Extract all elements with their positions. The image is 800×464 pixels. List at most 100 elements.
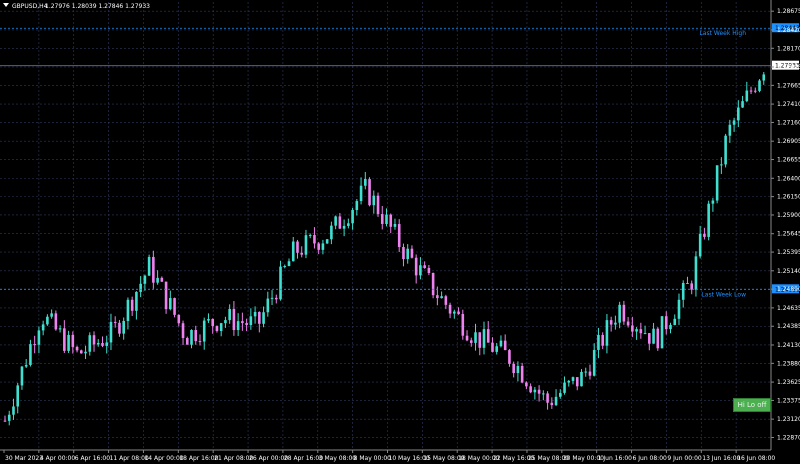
time-tick-label: 11 Apr 08:00 <box>110 455 149 462</box>
candle-body <box>274 297 278 300</box>
candle-body <box>41 324 45 331</box>
candle-body <box>258 311 261 324</box>
candle-body <box>33 344 36 346</box>
candle-body <box>737 107 740 121</box>
candle-body <box>554 396 558 406</box>
candle-body <box>427 268 431 273</box>
candle-body <box>3 420 7 422</box>
candle-body <box>474 332 477 343</box>
candle-body <box>465 335 469 341</box>
candle-body <box>652 328 655 344</box>
candle-body <box>592 349 596 376</box>
candle-body <box>656 328 660 349</box>
levels: Last Week High1.28443Last Week Low1.2488… <box>0 23 800 298</box>
price-tick-label: 1.27410 <box>777 101 800 108</box>
price-tick-label: 1.27160 <box>777 119 800 126</box>
candle-body <box>308 235 312 237</box>
candle-body <box>720 164 723 166</box>
candle-body <box>113 321 117 323</box>
candle-body <box>715 165 719 201</box>
candle-body <box>690 283 693 290</box>
candle-body <box>469 340 473 343</box>
candle-body <box>58 328 62 330</box>
candle-body <box>440 296 443 299</box>
last-week-low-label: Last Week Low <box>701 291 746 298</box>
candle-body <box>698 233 702 257</box>
candle-body <box>486 329 490 343</box>
time-tick-label: 8 May 00:00 <box>354 455 392 462</box>
candle-body <box>71 334 75 347</box>
candle-body <box>635 329 638 332</box>
candle-body <box>681 282 685 300</box>
candle-body <box>317 243 320 250</box>
candle-body <box>211 318 215 327</box>
candle-body <box>622 304 626 322</box>
price-tick-label: 1.23120 <box>777 416 800 423</box>
candle-body <box>677 299 681 319</box>
candle-body <box>224 320 227 324</box>
candle-body <box>580 371 583 387</box>
candle-body <box>215 326 219 331</box>
candle-body <box>537 389 541 394</box>
candle-body <box>758 80 761 91</box>
candle-body <box>325 239 329 244</box>
price-tick-label: 1.25900 <box>777 212 800 219</box>
candle-body <box>707 203 710 237</box>
candle-body <box>173 298 176 315</box>
candle-body <box>575 377 579 387</box>
candle-body <box>639 329 643 334</box>
candle-body <box>643 333 647 335</box>
candle-body <box>37 330 41 345</box>
candle-body <box>516 365 520 374</box>
hi-lo-toggle-button[interactable]: Hi Lo off <box>733 398 771 412</box>
candle-body <box>512 363 515 374</box>
time-axis: 30 Mar 20234 Apr 00:00 6 Apr 16:00 11 Apr … <box>0 449 775 462</box>
candle-body <box>385 214 388 224</box>
price-tick-label: 1.26150 <box>777 194 800 201</box>
candle-body <box>190 330 193 345</box>
candle-body <box>402 247 405 260</box>
candle-body <box>185 338 189 345</box>
candle-body <box>664 316 668 330</box>
candle-body <box>304 235 308 255</box>
candle-body <box>453 311 456 314</box>
candle-body <box>372 195 376 206</box>
candle-body <box>135 291 138 311</box>
candle-body <box>380 214 384 224</box>
candle-body <box>101 342 104 346</box>
candle-body <box>588 371 592 376</box>
candle-body <box>626 321 630 326</box>
candle-body <box>351 210 354 224</box>
candle-body <box>406 248 409 260</box>
candle-body <box>732 120 736 125</box>
candle-body <box>614 322 617 325</box>
candle-body <box>241 321 244 324</box>
candle-body <box>567 380 571 383</box>
price-tick-label: 1.22870 <box>777 435 800 442</box>
candle-body <box>143 275 147 284</box>
candle-body <box>236 321 240 331</box>
chart-menu-triangle-icon[interactable] <box>3 3 9 7</box>
candle-body <box>291 241 295 262</box>
candle-body <box>147 256 151 276</box>
candle-body <box>482 329 486 348</box>
candle-body <box>219 323 223 331</box>
price-chart[interactable]: Last Week High1.28443Last Week Low1.2488… <box>0 0 800 464</box>
candle-body <box>499 340 503 347</box>
candle-body <box>130 299 134 311</box>
candle-body <box>631 325 634 332</box>
candle-body <box>202 320 206 342</box>
candle-body <box>444 296 448 305</box>
candle-body <box>601 334 604 346</box>
time-tick-label: 1 Jun 16:00 <box>598 455 632 462</box>
candle-body <box>749 90 753 92</box>
price-tick-label: 1.28675 <box>777 8 800 15</box>
candle-body <box>296 241 299 253</box>
chart-grid <box>0 2 771 450</box>
time-tick-label: 30 Mar 2023 <box>5 455 43 462</box>
candle-body <box>597 334 600 350</box>
candle-body <box>558 392 562 397</box>
candle-body <box>546 393 549 403</box>
symbol-timeframe: GBPUSD,H4 <box>12 3 48 10</box>
candle-body <box>542 393 545 395</box>
